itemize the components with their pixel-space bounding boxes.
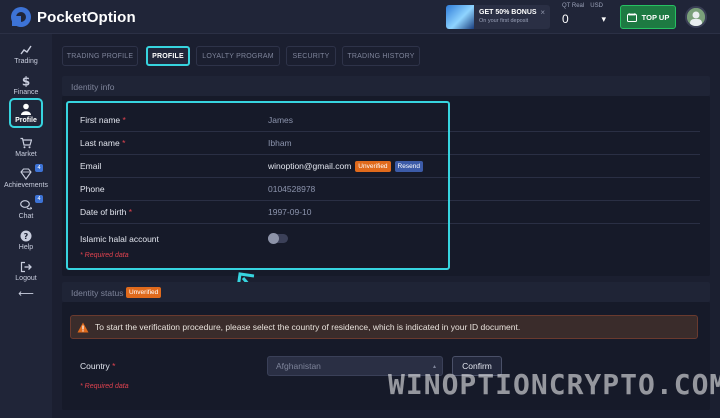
required-note-text: * Required data xyxy=(80,383,129,390)
sidebar-item-chat[interactable]: Chat 4 xyxy=(0,193,52,225)
account-balance: 0 xyxy=(562,12,569,26)
collapse-sidebar-icon[interactable]: ⟵ xyxy=(0,282,52,304)
country-label: Country xyxy=(80,361,110,371)
country-label-wrap: Country * xyxy=(80,361,115,371)
sidebar-item-help[interactable]: ? Help xyxy=(0,224,52,256)
chart-icon xyxy=(20,45,32,54)
sidebar-item-label: Finance xyxy=(13,88,39,96)
identity-status-badge: Unverified xyxy=(126,287,162,298)
tab-security[interactable]: SECURITY xyxy=(286,46,336,66)
top-up-label: TOP UP xyxy=(641,12,670,22)
verification-alert: To start the verification procedure, ple… xyxy=(70,315,698,339)
account-currency: USD xyxy=(590,3,603,9)
sidebar-item-label: Profile xyxy=(15,116,37,124)
close-icon[interactable]: × xyxy=(540,8,545,17)
chat-icon xyxy=(20,199,32,209)
notification-badge: 4 xyxy=(35,195,43,203)
sidebar-item-finance[interactable]: $ Finance xyxy=(0,69,52,101)
svg-text:$: $ xyxy=(22,75,30,87)
identity-info-header: Identity info xyxy=(62,76,710,96)
identity-info-title: Identity info xyxy=(71,82,115,92)
pocket-option-logo-icon xyxy=(10,6,32,28)
sidebar-item-achievements[interactable]: Achievements 4 xyxy=(0,162,52,194)
bonus-subtitle: On your first deposit xyxy=(479,18,529,24)
bonus-image xyxy=(446,5,474,29)
sidebar-item-label: Trading xyxy=(14,57,38,65)
sidebar-item-profile[interactable]: Profile xyxy=(9,98,43,128)
tab-profile[interactable]: PROFILE xyxy=(146,46,190,66)
bonus-title: GET 50% BONUS xyxy=(479,9,537,16)
sidebar-item-trading[interactable]: Trading xyxy=(0,38,52,70)
warning-icon xyxy=(77,322,89,332)
logo-text: PocketOption xyxy=(37,8,136,26)
verification-alert-text: To start the verification procedure, ple… xyxy=(95,322,521,332)
sidebar-item-label: Chat xyxy=(18,212,34,220)
watermark: WINOPTIONCRYPTO.COM xyxy=(388,368,720,401)
diamond-icon xyxy=(20,167,32,180)
status-required-note: * Required data xyxy=(80,383,129,390)
avatar[interactable] xyxy=(685,6,707,28)
account-type: QT Real xyxy=(562,3,585,9)
cart-icon xyxy=(20,137,32,148)
sidebar: Trading $ Finance Profile Market Achieve… xyxy=(0,34,52,418)
sidebar-item-label: Achievements xyxy=(4,181,48,189)
dollar-icon: $ xyxy=(22,75,30,87)
sidebar-item-label: Help xyxy=(18,243,34,251)
account-selector[interactable]: QT Real USD 0 ▾ xyxy=(562,3,612,31)
tab-trading-profile[interactable]: TRADING PROFILE xyxy=(62,46,138,66)
sidebar-item-market[interactable]: Market xyxy=(0,131,52,163)
identity-highlight-frame xyxy=(66,101,450,270)
identity-status-header: Identity status Unverified xyxy=(62,282,710,302)
chevron-down-icon: ▾ xyxy=(601,13,606,24)
notification-badge: 4 xyxy=(35,164,43,172)
logout-icon xyxy=(20,261,32,272)
country-select-value: Afghanistan xyxy=(276,361,321,371)
wallet-icon xyxy=(626,12,637,22)
required-star: * xyxy=(112,361,116,371)
help-icon: ? xyxy=(20,230,32,241)
user-icon xyxy=(21,103,31,115)
top-up-button[interactable]: TOP UP xyxy=(620,5,676,29)
svg-text:?: ? xyxy=(24,232,29,241)
sidebar-item-label: Market xyxy=(15,150,37,158)
tab-trading-history[interactable]: TRADING HISTORY xyxy=(342,46,420,66)
logo[interactable]: PocketOption xyxy=(10,6,136,28)
sidebar-item-label: Logout xyxy=(15,274,37,282)
identity-status-title: Identity status xyxy=(71,288,124,298)
bonus-banner[interactable]: GET 50% BONUS On your first deposit × xyxy=(446,5,550,29)
tab-loyalty-program[interactable]: LOYALTY PROGRAM xyxy=(196,46,280,66)
